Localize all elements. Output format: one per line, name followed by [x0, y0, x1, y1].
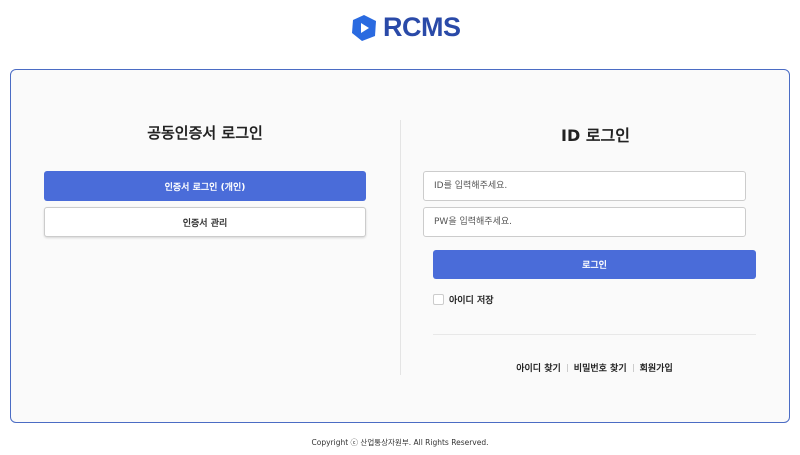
column-divider [400, 120, 401, 375]
rcms-logo: RCMS [350, 12, 461, 43]
login-button[interactable]: 로그인 [433, 250, 756, 279]
checkbox-box[interactable] [433, 294, 444, 305]
section-divider [433, 334, 756, 335]
link-separator [632, 363, 634, 372]
find-pw-link[interactable]: 비밀번호 찾기 [574, 361, 627, 374]
find-id-link[interactable]: 아이디 찾기 [516, 361, 561, 374]
cert-login-button[interactable]: 인증서 로그인 (개인) [44, 171, 366, 201]
footer-copyright: Copyright ⓒ 산업통상자원부. All Rights Reserved… [311, 438, 489, 447]
cert-manage-button[interactable]: 인증서 관리 [44, 207, 366, 237]
remember-id-checkbox[interactable]: 아이디 저장 [433, 293, 494, 306]
cert-login-title: 공동인증서 로그인 [147, 124, 263, 142]
logo-text: RCMS [383, 12, 461, 42]
id-input[interactable] [423, 171, 746, 201]
signup-link[interactable]: 회원가입 [640, 361, 673, 374]
pw-input[interactable] [423, 207, 746, 237]
id-login-title: ID 로그인 [561, 126, 630, 145]
link-separator [566, 363, 568, 372]
remember-id-label: 아이디 저장 [449, 296, 494, 306]
logo-icon [352, 14, 376, 41]
account-links: 아이디 찾기 비밀번호 찾기 회원가입 [433, 361, 756, 374]
